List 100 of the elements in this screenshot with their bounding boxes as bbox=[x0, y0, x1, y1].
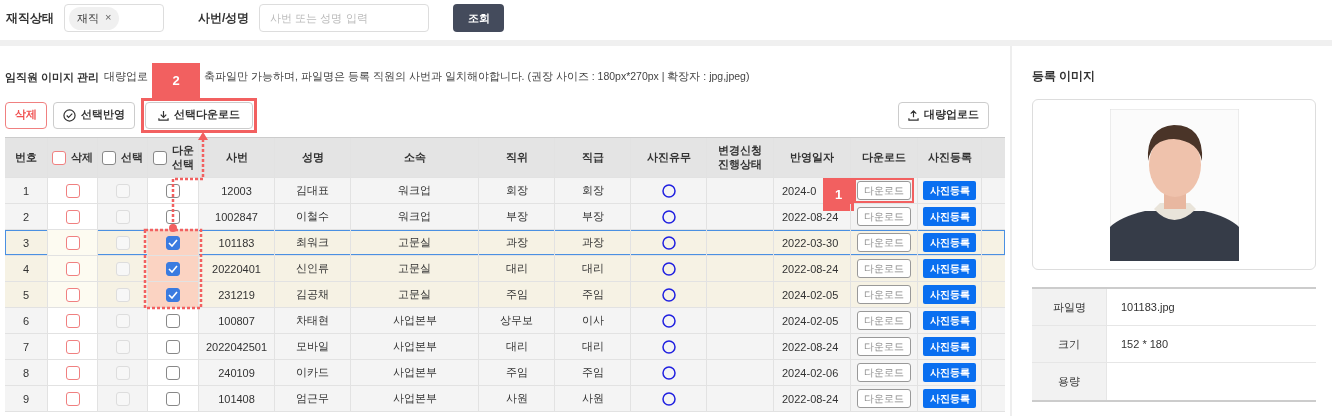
photo-register-button[interactable]: 사진등록 bbox=[923, 259, 976, 278]
table-cell: 신인류 bbox=[275, 256, 351, 281]
delete-button[interactable]: 삭제 bbox=[5, 101, 47, 129]
table-cell: 101183 bbox=[199, 230, 275, 255]
column-header: 직위 bbox=[505, 150, 528, 165]
table-cell: 이카드 bbox=[275, 360, 351, 385]
checkbox[interactable] bbox=[166, 235, 180, 250]
download-icon bbox=[158, 109, 169, 121]
checkbox[interactable] bbox=[166, 391, 180, 406]
info-value: 152 * 180 bbox=[1121, 338, 1169, 350]
table-cell: 대리 bbox=[555, 256, 631, 281]
checkbox[interactable] bbox=[65, 339, 80, 354]
upload-button[interactable]: 대량업로드 bbox=[898, 101, 989, 129]
status-chip[interactable]: 재직 × bbox=[69, 6, 120, 30]
table-cell: 12003 bbox=[199, 178, 275, 203]
description-text: 축파일만 가능하며, 파일명은 등록 직원의 사번과 일치해야합니다. (권장 사이즈 : 180px*270px | 확장자 : jpg,jpeg) bbox=[204, 70, 750, 84]
checkbox[interactable] bbox=[166, 365, 180, 380]
download-button[interactable]: 다운로드 bbox=[857, 207, 911, 226]
checkbox[interactable] bbox=[166, 339, 180, 354]
checkbox[interactable] bbox=[65, 183, 80, 198]
checkbox[interactable] bbox=[65, 365, 80, 380]
search-button[interactable]: 조회 bbox=[453, 4, 505, 32]
table-cell: 김공채 bbox=[275, 282, 351, 307]
info-label: 크기 bbox=[1032, 326, 1107, 362]
download-button[interactable]: 다운로드 bbox=[857, 259, 911, 278]
photo-register-button[interactable]: 사진등록 bbox=[923, 207, 976, 226]
status-select[interactable]: 재직 × bbox=[64, 4, 164, 32]
photo-register-button[interactable]: 사진등록 bbox=[923, 363, 976, 382]
callout-badge: 2 bbox=[152, 62, 200, 98]
table-cell: 사업본부 bbox=[351, 308, 479, 333]
download-button[interactable]: 다운로드 bbox=[857, 181, 911, 200]
column-header: 선택 bbox=[121, 150, 143, 165]
photo-register-button[interactable]: 사진등록 bbox=[923, 181, 976, 200]
column-header: 성명 bbox=[301, 150, 324, 165]
photo-register-button[interactable]: 사진등록 bbox=[923, 233, 976, 252]
table-row[interactable]: 5 231219 김공채 고문실 주임 주임 2024-02-05 다운로드 사진등록 bbox=[5, 282, 1005, 308]
table-row[interactable]: 4 20220401 신인류 고문실 대리 대리 2022-08-24 다운로드 사진등록 bbox=[5, 256, 1005, 282]
checkbox[interactable] bbox=[65, 287, 80, 302]
column-header: 소속 bbox=[403, 150, 426, 165]
table-cell: 부장 bbox=[479, 204, 555, 229]
panel-title: 등록 이미지 bbox=[1032, 68, 1097, 85]
table-cell: 부장 bbox=[555, 204, 631, 229]
table-cell: 주임 bbox=[479, 360, 555, 385]
table-cell: 2024-02-06 bbox=[774, 360, 851, 385]
download-button[interactable]: 다운로드 bbox=[857, 389, 911, 408]
download-button[interactable]: 선택다운로드 bbox=[145, 101, 253, 129]
table-cell: 2022-08-24 bbox=[774, 204, 851, 229]
column-header: 번호 bbox=[15, 150, 37, 165]
table-row[interactable]: 7 2022042501 모바일 사업본부 대리 대리 2022-08-24 다운로드 사진등록 bbox=[5, 334, 1005, 360]
checkbox[interactable] bbox=[166, 287, 180, 302]
photo-register-button[interactable]: 사진등록 bbox=[923, 337, 976, 356]
column-header: 반영일자 bbox=[790, 150, 834, 165]
table-cell: 상무보 bbox=[479, 308, 555, 333]
download-button[interactable]: 다운로드 bbox=[857, 337, 911, 356]
checkbox[interactable] bbox=[166, 183, 180, 198]
checkbox[interactable] bbox=[65, 391, 80, 406]
table-cell: 대리 bbox=[479, 256, 555, 281]
checkbox[interactable] bbox=[166, 313, 180, 328]
download-button[interactable]: 다운로드 bbox=[857, 285, 911, 304]
checkbox[interactable] bbox=[65, 209, 80, 224]
field-label: 재직상태 bbox=[6, 9, 54, 27]
table-row[interactable]: 8 240109 이카드 사업본부 주임 주임 2024-02-06 다운로드 사진등록 bbox=[5, 360, 1005, 386]
search-field[interactable]: 사번 또는 성명 입력 bbox=[259, 4, 430, 32]
checkbox[interactable] bbox=[102, 150, 116, 165]
download-button[interactable]: 다운로드 bbox=[857, 363, 911, 382]
checkbox[interactable] bbox=[52, 150, 66, 165]
checkbox[interactable] bbox=[65, 235, 80, 250]
table-cell: 모바일 bbox=[275, 334, 351, 359]
checkbox[interactable] bbox=[166, 261, 180, 276]
table-row[interactable]: 9 101408 엄근무 사업본부 사원 사원 2022-08-24 다운로드 사진등록 bbox=[5, 386, 1005, 412]
table-cell: 워크업 bbox=[351, 178, 479, 203]
table-cell: 주임 bbox=[555, 282, 631, 307]
photo-register-button[interactable]: 사진등록 bbox=[923, 285, 976, 304]
field-label: 사번/성명 bbox=[198, 9, 250, 27]
column-header: 사진유무 bbox=[646, 150, 691, 165]
table-cell: 최워크 bbox=[275, 230, 351, 255]
table-cell: 과장 bbox=[479, 230, 555, 255]
photo-register-button[interactable]: 사진등록 bbox=[923, 311, 976, 330]
checkbox[interactable] bbox=[65, 261, 80, 276]
table-cell: 이철수 bbox=[275, 204, 351, 229]
table-cell: 과장 bbox=[555, 230, 631, 255]
table-cell: 100807 bbox=[199, 308, 275, 333]
table-cell: 주임 bbox=[479, 282, 555, 307]
table-cell: 차태현 bbox=[275, 308, 351, 333]
table-row[interactable]: 3 101183 최워크 고문실 과장 과장 2022-03-30 다운로드 사진등록 bbox=[5, 230, 1005, 256]
table-cell: 2024-02-05 bbox=[774, 282, 851, 307]
info-label: 파일명 bbox=[1032, 289, 1107, 325]
column-header: 다운 선택 bbox=[171, 143, 194, 172]
table-row[interactable]: 6 100807 차태현 사업본부 상무보 이사 2024-02-05 다운로드 사진등록 bbox=[5, 308, 1005, 334]
table-cell: 2022-08-24 bbox=[774, 386, 851, 411]
table-cell: 2024-02-05 bbox=[774, 308, 851, 333]
download-button[interactable]: 다운로드 bbox=[857, 233, 911, 252]
checkbox[interactable] bbox=[65, 313, 80, 328]
column-header: 사번 bbox=[225, 150, 248, 165]
table-row[interactable]: 2 1002847 이철수 워크업 부장 부장 2022-08-24 다운로드 사진등록 bbox=[5, 204, 1005, 230]
photo-register-button[interactable]: 사진등록 bbox=[923, 389, 976, 408]
checkbox[interactable] bbox=[152, 150, 167, 165]
checkbox[interactable] bbox=[166, 209, 180, 224]
download-button[interactable]: 다운로드 bbox=[857, 311, 911, 330]
apply-button[interactable]: 선택반영 bbox=[53, 101, 135, 129]
